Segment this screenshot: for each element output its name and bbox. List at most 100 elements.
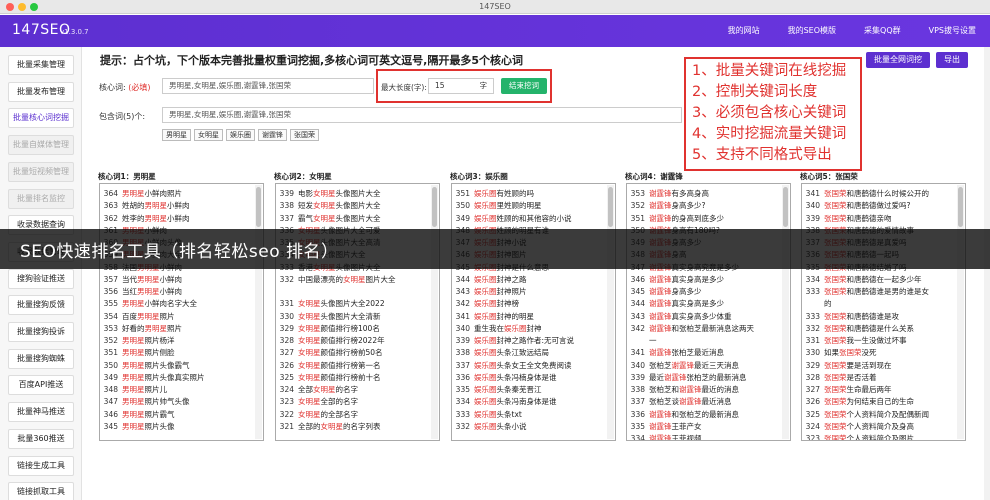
- list-item: 345 男明星照片头像: [100, 421, 253, 433]
- list-item: 332 娱乐圈头条小说: [452, 421, 605, 433]
- matched-keyword: 男明星: [122, 336, 145, 345]
- item-keyword: 谢霆锋真实身高是多少: [649, 274, 724, 284]
- item-keyword: 娱乐圈头条女王全文免费阅读: [474, 360, 572, 370]
- item-count: 327: [805, 385, 820, 394]
- scrollbar-thumb[interactable]: [958, 187, 963, 227]
- matched-keyword: 娱乐圈: [474, 421, 497, 431]
- list-item: 344 谢霆锋真实身高是多少: [627, 298, 780, 310]
- item-keyword: 男明星照片头像: [122, 421, 175, 431]
- sidebar-item[interactable]: 批量神马推送: [8, 402, 74, 423]
- matched-keyword: 张国荣: [824, 360, 847, 370]
- list-item: 341 张国荣和唐鹤德什么时候公开的: [802, 188, 955, 200]
- include-tag[interactable]: 张国荣: [290, 129, 319, 141]
- sidebar-item[interactable]: 批量发布管理: [8, 81, 74, 102]
- sidebar-item[interactable]: 批量短视频管理: [8, 161, 74, 182]
- item-count: 332: [805, 323, 820, 333]
- include-tag[interactable]: 谢霆锋: [258, 129, 287, 141]
- list-scrollbar[interactable]: [255, 185, 262, 439]
- window-scrollbar[interactable]: [984, 47, 990, 500]
- item-count: 330: [279, 311, 294, 321]
- keyword-result-list[interactable]: 351 娱乐圈有姓顾的吗 350 娱乐圈里姓顾的明星 349 娱乐圈姓顾的和其他容的小说 3…: [451, 183, 616, 441]
- scrollbar-thumb[interactable]: [783, 187, 788, 227]
- item-keyword: 最近谢霆锋张柏芝的最新消息: [649, 372, 747, 382]
- sidebar-item[interactable]: 批量搜狗投诉: [8, 322, 74, 342]
- item-count: 341: [630, 348, 645, 358]
- list-item: 331 张国荣我一生没做过坏事: [802, 335, 955, 347]
- sidebar-item[interactable]: 链接抓取工具: [8, 482, 74, 500]
- list-item: 349 娱乐圈姓顾的和其他容的小说: [452, 213, 605, 225]
- item-keyword: 男明星小鲜肉照片: [122, 189, 182, 198]
- list-item: 337 霸气女明星头像图片大全: [276, 213, 429, 225]
- batch-mine-button[interactable]: 批量全网词挖: [866, 52, 930, 68]
- stop-mining-button[interactable]: 结束挖词: [501, 78, 547, 94]
- overlay-banner: SEO快速排名工具（排名轻松seo 排名）: [0, 229, 990, 269]
- keyword-result-list[interactable]: 364男明星小鲜肉照片363姓胡的男明星小鲜肉362姓李的男明星小鲜肉361男明…: [99, 183, 264, 441]
- matched-keyword: 女明星: [298, 372, 321, 382]
- matched-keyword: 男明星: [122, 360, 145, 370]
- nav-my-sites[interactable]: 我的网站: [714, 15, 774, 47]
- include-tag[interactable]: 女明星: [194, 129, 223, 141]
- core-word-label: 核心词: (必填): [99, 83, 151, 92]
- sidebar-item[interactable]: 批量搜狗蜘蛛: [8, 348, 74, 369]
- list-item: 331 女明星头像图片大全2022: [276, 298, 429, 310]
- scrollbar-thumb[interactable]: [256, 187, 261, 227]
- column-title: 核心词5：张国荣: [800, 172, 858, 181]
- nav-seo-templates[interactable]: 我的SEO模版: [774, 15, 850, 47]
- column-title: 核心词3：娱乐圈: [450, 172, 508, 181]
- matched-keyword: 娱乐圈: [474, 213, 497, 223]
- item-count: 323: [805, 434, 820, 441]
- sidebar-item[interactable]: 百度API推送: [8, 375, 74, 396]
- item-count: 322: [279, 409, 294, 419]
- list-scrollbar[interactable]: [782, 185, 789, 439]
- matched-keyword: 女明星: [298, 397, 321, 407]
- item-keyword: 娱乐圈封神的明星: [474, 311, 534, 321]
- list-item: 332 中国最漂亮的女明星图片大全: [276, 274, 429, 286]
- item-keyword: 中国最漂亮的女明星图片大全: [298, 274, 396, 284]
- export-button[interactable]: 导出: [936, 52, 968, 68]
- sidebar-item[interactable]: 链接生成工具: [8, 455, 74, 476]
- list-item: 341 娱乐圈封神的明星: [452, 311, 605, 323]
- app-version: v1.3.0.7: [60, 28, 89, 36]
- sidebar-item[interactable]: 搜狗验证推送: [8, 268, 74, 289]
- list-item: 338 张柏芝和谢霆锋最近的消息: [627, 384, 780, 396]
- list-item: 333 娱乐圈头条txt: [452, 409, 605, 421]
- item-keyword: 女明星颜值排行榜前50名: [298, 348, 383, 358]
- item-keyword: 谢霆锋身高多少: [649, 287, 702, 296]
- max-length-input[interactable]: 15 字: [428, 78, 494, 94]
- nav-vps-dialup[interactable]: VPS拔号设置: [915, 15, 990, 47]
- list-item: 353 好看的男明星照片: [100, 323, 253, 335]
- list-scrollbar[interactable]: [957, 185, 964, 439]
- sidebar-item[interactable]: 批量排名监控: [8, 188, 74, 209]
- include-words-input[interactable]: 男明星,女明星,娱乐圈,谢霆锋,张国荣: [162, 107, 682, 123]
- list-item: 342 娱乐圈封神榜: [452, 298, 605, 310]
- keyword-result-list[interactable]: 339 电影女明星头像图片大全 338 短发女明星头像图片大全 337 霸气女明星头像图片…: [275, 183, 440, 441]
- scrollbar-thumb[interactable]: [432, 187, 437, 227]
- item-keyword: 女明星头像图片大全2022: [298, 299, 385, 309]
- include-tag[interactable]: 男明星: [162, 129, 191, 141]
- sidebar-item[interactable]: 批量采集管理: [8, 55, 74, 75]
- core-word-input[interactable]: 男明星,女明星,娱乐圈,谢霆锋,张国荣: [162, 78, 374, 94]
- sidebar-item[interactable]: 批量360推送: [8, 428, 74, 449]
- list-item: 326 女明星颜值排行榜第一名: [276, 360, 429, 372]
- item-count: 331: [805, 336, 820, 345]
- sidebar-item[interactable]: 批量搜狗反馈: [8, 295, 74, 316]
- item-keyword: 谢霆锋有多高身高: [649, 189, 709, 198]
- nav-qq-groups[interactable]: 采集QQ群: [850, 15, 915, 47]
- include-tag[interactable]: 娱乐圈: [226, 129, 255, 141]
- scrollbar-thumb[interactable]: [608, 187, 613, 227]
- sidebar-item[interactable]: 批量自媒体管理: [8, 135, 74, 156]
- item-count: 323: [279, 397, 294, 407]
- matched-keyword: 谢霆锋: [671, 360, 695, 370]
- item-count: 345: [630, 287, 645, 296]
- tip-text: 提示：占个坑，下个版本完善批量权重词挖掘,多核心词可英文逗号,隔开最多5个核心词: [100, 54, 524, 67]
- keyword-result-list[interactable]: 341 张国荣和唐鹤德什么时候公开的 340 张国荣和唐鹤德做过爱吗? 339 张国荣和唐…: [801, 183, 966, 441]
- list-item: 339 娱乐圈封神之路作者:无可言说: [452, 335, 605, 347]
- item-keyword: 当红男明星小鲜肉: [122, 287, 182, 296]
- matched-keyword: 女明星: [313, 201, 336, 211]
- keyword-result-list[interactable]: 353谢霆锋有多高身高352谢霆锋身高多少?351谢霆锋的身高到底多少350谢霆…: [626, 183, 791, 441]
- list-scrollbar[interactable]: [607, 185, 614, 439]
- item-keyword: 娱乐圈头条冯楠身体是谁: [474, 372, 557, 382]
- list-scrollbar[interactable]: [431, 185, 438, 439]
- list-item: 325 女明星颜值排行榜前十名: [276, 372, 429, 384]
- sidebar-item[interactable]: 批量核心词挖掘: [8, 108, 74, 129]
